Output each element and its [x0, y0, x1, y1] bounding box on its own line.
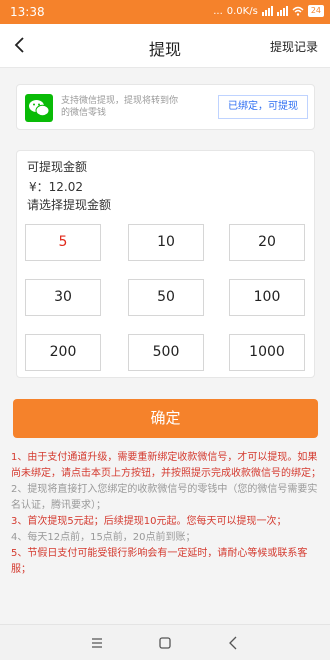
status-dots: ... [213, 5, 223, 17]
amount-option-5[interactable]: 5 [25, 224, 101, 261]
note-5: 5、节假日支付可能受银行影响会有一定延时，请耐心等候或联系客服； [11, 548, 308, 575]
amount-option-30[interactable]: 30 [25, 279, 101, 316]
network-speed: 0.0K/s [226, 5, 258, 17]
home-icon[interactable] [154, 632, 176, 654]
menu-icon[interactable] [86, 632, 108, 654]
status-bar: 13:38 ... 0.0K/s 24 [0, 0, 330, 24]
bind-description: 支持微信提现，提现将转到你的微信零钱 [61, 96, 179, 118]
withdraw-record-link[interactable]: 提现记录 [270, 38, 318, 55]
note-4: 4、每天12点前，15点前，20点前到账； [11, 532, 196, 543]
wechat-icon [25, 94, 53, 122]
amount-option-500[interactable]: 500 [128, 334, 204, 371]
confirm-button[interactable]: 确定 [13, 399, 318, 438]
nav-bar: 提现 提现记录 [0, 24, 330, 68]
balance-value: ¥：12.02 [29, 180, 83, 194]
available-amount-label: 可提现金额 [27, 160, 88, 174]
amount-option-200[interactable]: 200 [25, 334, 101, 371]
amount-grid: 5 10 20 30 50 100 200 500 1000 [25, 224, 307, 372]
withdraw-notes: 1、由于支付通道升级，需要重新绑定收款微信号，才可以提现。如果尚未绑定，请点击本… [11, 450, 321, 578]
system-nav-bar [0, 624, 330, 660]
choose-amount-label: 请选择提现金额 [27, 198, 112, 212]
bound-status-button[interactable]: 已绑定，可提现 [218, 95, 308, 119]
amount-card: 可提现金额 ¥：12.02 请选择提现金额 5 10 20 30 50 100 … [16, 150, 315, 378]
status-right: ... 0.0K/s 24 [213, 5, 324, 17]
back-nav-icon[interactable] [223, 632, 245, 654]
status-time: 13:38 [10, 5, 45, 19]
amount-option-10[interactable]: 10 [128, 224, 204, 261]
note-2: 2、提现将直接打入您绑定的收款微信号的零钱中（您的微信号需要实名认证，腾讯要求）… [11, 484, 318, 511]
amount-option-20[interactable]: 20 [229, 224, 305, 261]
note-1: 1、由于支付通道升级，需要重新绑定收款微信号，才可以提现。如果尚未绑定，请点击本… [11, 452, 321, 479]
wechat-bind-card: 支持微信提现，提现将转到你的微信零钱 已绑定，可提现 [16, 84, 315, 130]
battery-icon: 24 [307, 5, 324, 17]
wifi-icon [292, 6, 304, 16]
amount-option-100[interactable]: 100 [229, 279, 305, 316]
signal-icon [261, 6, 273, 16]
note-3: 3、首次提现5元起；后续提现10元起。您每天可以提现一次； [11, 516, 287, 527]
signal-icon-2 [276, 6, 288, 16]
amount-option-50[interactable]: 50 [128, 279, 204, 316]
amount-option-1000[interactable]: 1000 [229, 334, 305, 371]
